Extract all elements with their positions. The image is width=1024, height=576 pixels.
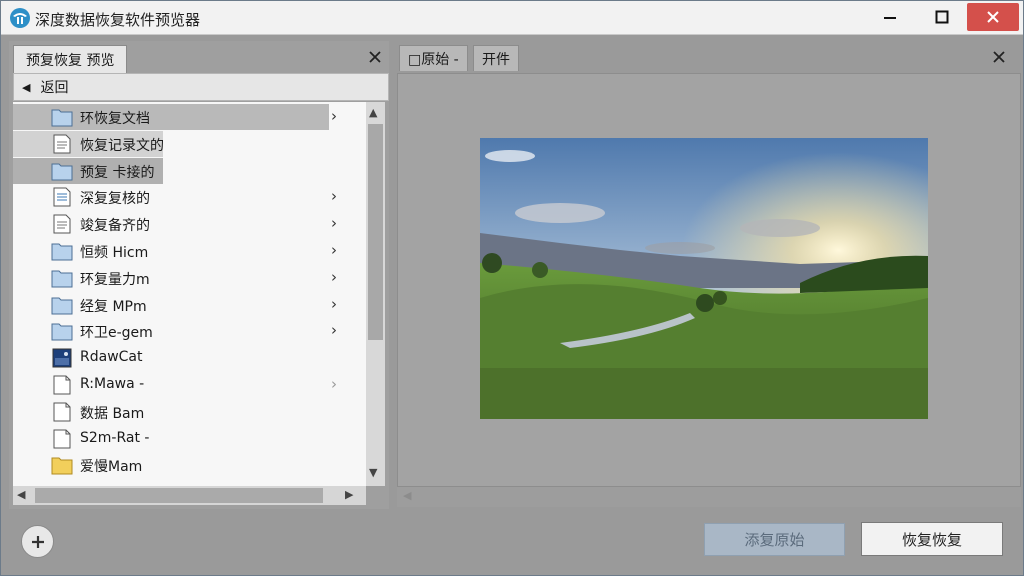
list-item-label: 预复 卡接的 [80,164,155,181]
list-item-label: 深复复核的 [80,191,150,208]
add-button[interactable] [21,525,54,558]
scroll-right-icon[interactable]: ▶ [345,488,353,501]
folder-icon [51,321,73,341]
back-label: 返回 [40,80,69,96]
list-item[interactable]: 深复复核的 › [13,184,366,210]
list-item[interactable]: 经复 MPm › [13,292,366,318]
list-item[interactable]: 竣复备齐的 › [13,211,366,237]
list-item[interactable]: S2m-Rat - [13,426,366,452]
preview-pane: □原始 - 开件 ◀ [395,41,1021,509]
chevron-right-icon[interactable]: › [331,268,337,286]
file-browser-pane: 预复恢复 预览 ◀ 返回 环恢复文档 › 恢复记录文的 预复 卡接的 深复复核的 › 竣复备… [9,41,389,509]
folder-icon [51,161,73,181]
list-item-label: 竣复备齐的 [80,218,150,235]
folder-icon [51,268,73,288]
close-button[interactable] [967,3,1019,31]
minimize-icon [884,17,896,19]
app-window: 深度数据恢复软件预览器 预复恢复 预览 ◀ 返回 环恢复文档 › 恢复记录文的 预复 … [0,0,1024,576]
tab-label: 预复恢复 预览 [26,52,115,69]
secondary-action-button[interactable]: 添复原始 [704,523,845,556]
recover-button[interactable]: 恢复恢复 [861,522,1003,556]
list-item-label: RdawCat [80,349,143,366]
list-item[interactable]: 环恢复文档 › [13,104,337,130]
list-item-label: 环复量力m [80,271,150,288]
folder-icon [51,295,73,315]
app-logo-icon [10,8,30,28]
left-pane-close-button[interactable] [365,47,385,67]
left-tab-strip: 预复恢复 预览 [9,41,389,73]
list-item[interactable]: 环卫e-gem › [13,318,366,344]
chevron-right-icon[interactable]: › [331,107,337,125]
title-bar[interactable]: 深度数据恢复软件预览器 [1,1,1023,35]
preview-horizontal-scrollbar[interactable]: ◀ [397,487,1021,507]
chevron-right-icon[interactable]: › [331,241,337,259]
tab-recovery-preview[interactable]: 预复恢复 预览 [13,45,128,73]
folder-icon [51,107,73,127]
blank-file-icon [51,402,73,422]
horizontal-scroll-thumb[interactable] [35,488,323,503]
scroll-up-icon[interactable]: ▲ [369,106,377,119]
tab-original[interactable]: □原始 - [399,45,468,71]
back-arrow-icon: ◀ [22,80,31,94]
blank-file-icon [51,429,73,449]
list-item-label: R:Mawa - [80,376,145,392]
list-item-label: 恢复记录文的 [80,137,164,154]
list-item-label: 恒频 Hicm [80,245,149,261]
tab-label: 开件 [482,51,510,68]
close-icon [987,11,999,23]
list-item-label: S2m-Rat - [80,429,150,446]
horizontal-scrollbar[interactable]: ◀ ▶ [13,486,366,505]
scroll-left-icon[interactable]: ◀ [403,489,411,502]
list-item[interactable]: 爱慢Mam [13,452,366,478]
blank-file-icon [51,375,73,395]
tab-open-file[interactable]: 开件 [473,45,519,71]
scroll-left-icon[interactable]: ◀ [17,488,25,501]
image-file-icon [51,348,73,368]
file-list: 环恢复文档 › 恢复记录文的 预复 卡接的 深复复核的 › 竣复备齐的 › 恒频 Hicm › 环复… [13,102,366,486]
document-icon [51,214,73,234]
maximize-icon [935,10,949,24]
list-item[interactable]: R:Mawa - › [13,372,366,398]
list-item[interactable]: 恢复记录文的 [13,130,164,157]
landscape-photo [480,138,928,419]
back-navigation-button[interactable]: ◀ 返回 [13,73,389,101]
close-icon [993,51,1005,63]
close-icon [369,51,381,63]
list-item[interactable]: 数据 Bam [13,399,366,425]
list-item-label: 环恢复文档 [80,111,150,127]
list-item[interactable]: 预复 卡接的 [13,157,163,184]
list-item[interactable]: 恒频 Hicm › [13,238,366,264]
chevron-right-icon[interactable]: › [331,295,337,313]
preview-pane-close-button[interactable] [989,47,1009,67]
list-item[interactable]: 环复量力m › [13,265,366,291]
plus-icon [31,535,44,548]
yellow-folder-icon [51,455,73,475]
list-item-label: 爱慢Mam [80,459,143,476]
chevron-right-icon[interactable]: › [331,187,337,205]
document-icon [51,134,73,154]
list-item-label: 环卫e-gem [80,325,153,342]
list-item[interactable]: RdawCat [13,345,366,371]
window-title: 深度数据恢复软件预览器 [35,11,201,29]
minimize-button[interactable] [867,1,913,33]
text-file-icon [51,187,73,207]
preview-tab-strip: □原始 - 开件 [395,41,1021,73]
chevron-right-icon[interactable]: › [331,214,337,232]
scroll-down-icon[interactable]: ▼ [369,466,377,479]
folder-icon [51,241,73,261]
image-preview-area [397,73,1021,487]
tab-label: □原始 - [408,51,459,68]
list-item-label: 数据 Bam [80,405,145,422]
chevron-right-icon[interactable]: › [331,375,337,393]
vertical-scrollbar[interactable]: ▲ ▼ [366,102,385,486]
maximize-button[interactable] [919,1,965,33]
chevron-right-icon[interactable]: › [331,321,337,339]
vertical-scroll-thumb[interactable] [368,124,383,340]
list-item-label: 经复 MPm [80,298,147,315]
